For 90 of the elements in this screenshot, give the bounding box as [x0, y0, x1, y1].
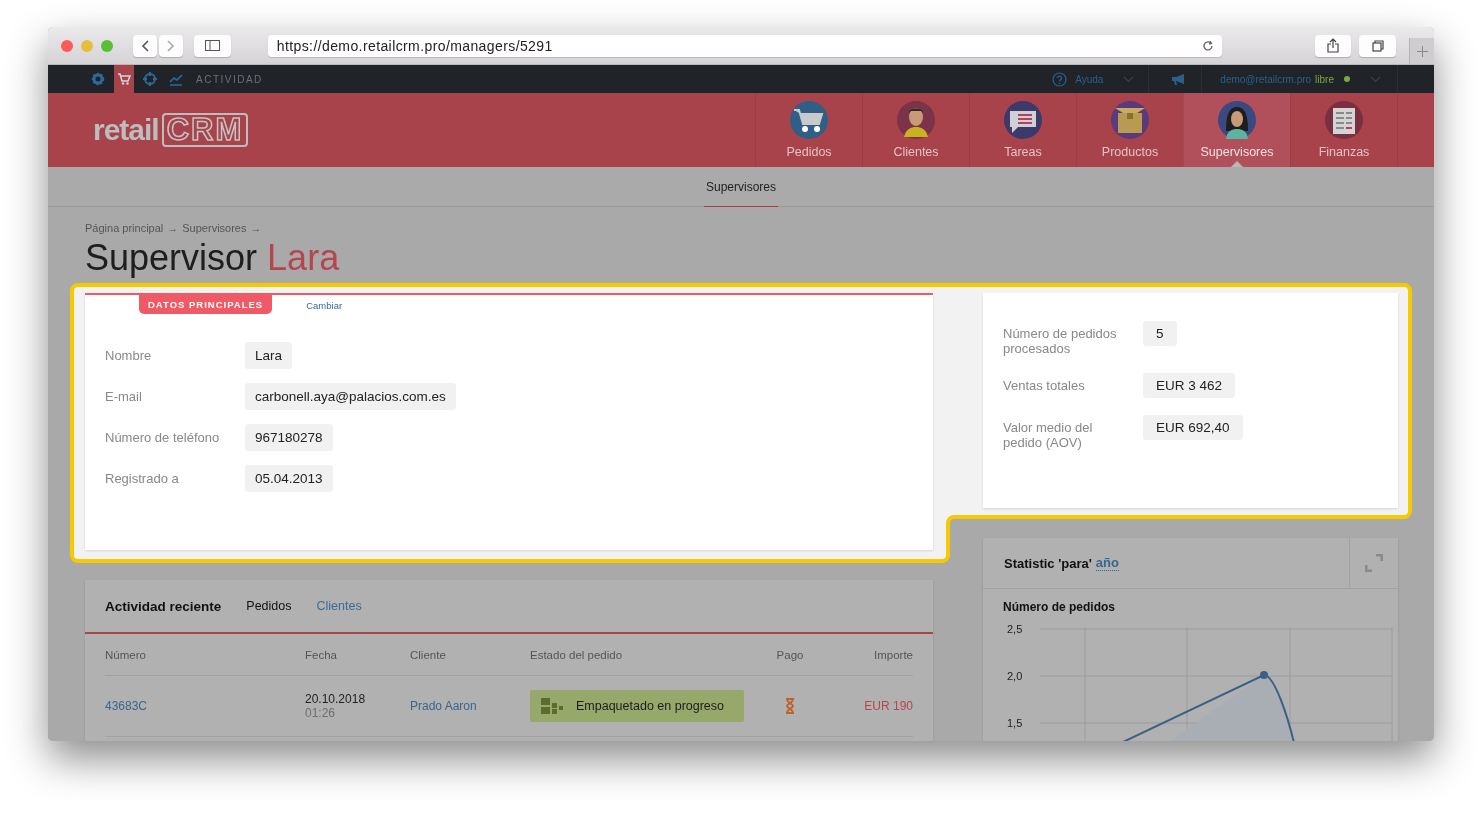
breadcrumb-separator: →: [167, 222, 179, 236]
plan-label: libre: [1315, 73, 1334, 85]
nav-tab[interactable]: Finanzas: [1290, 93, 1397, 167]
profile-tab[interactable]: Cambiar: [306, 295, 343, 311]
breadcrumb-separator: →: [250, 222, 262, 236]
stat-value: 5: [1143, 321, 1177, 346]
order-status-badge: Empaquetado en progreso: [530, 690, 745, 722]
sidebar-icon: [204, 40, 220, 51]
share-icon: [1327, 38, 1339, 53]
order-number-link[interactable]: 43683C: [105, 699, 148, 713]
activity-tab[interactable]: Clientes: [316, 599, 362, 613]
help-link[interactable]: Ayuda: [1075, 73, 1104, 85]
share-button[interactable]: [1314, 34, 1352, 57]
field-label: Nombre: [105, 348, 152, 363]
reload-icon: [1201, 39, 1214, 52]
breadcrumb-link[interactable]: Supervisores: [182, 222, 247, 236]
back-icon: [141, 39, 149, 52]
axis-tick: 1,5: [1007, 717, 1023, 729]
boxes-icon: [540, 697, 564, 715]
zoom-window-button[interactable]: [101, 39, 113, 52]
cart-tab[interactable]: [114, 65, 134, 93]
column-header: Fecha: [305, 648, 337, 661]
new-tab-button[interactable]: [1409, 38, 1434, 64]
chevron-down-icon: [1123, 75, 1135, 83]
chat-icon: [1004, 101, 1042, 139]
tabs-icon: [1371, 39, 1384, 52]
profile-tab[interactable]: DATOS PRINCIPALES: [139, 295, 273, 314]
column-header: Importe: [874, 648, 913, 661]
field-value: Lara: [245, 342, 293, 369]
person-icon: [1218, 101, 1256, 139]
field-label: Registrado a: [105, 471, 179, 486]
box-icon: [1111, 101, 1149, 139]
crosshair-icon: [143, 72, 157, 86]
address-bar[interactable]: https://demo.retailcrm.pro/managers/5291: [267, 34, 1222, 57]
stat-label: Valor medio del pedido (AOV): [1003, 419, 1094, 450]
period-link[interactable]: año: [1095, 555, 1119, 571]
field-value: 967180278: [245, 424, 333, 451]
chart-icon: [169, 72, 183, 86]
stat-label: Número de pedidos procesados: [1003, 325, 1118, 356]
user-email[interactable]: demo@retailcrm.pro: [1220, 73, 1312, 85]
section-label[interactable]: ACTIVIDAD: [196, 73, 263, 85]
logo-text: retail: [93, 113, 159, 147]
sidebar-button[interactable]: [194, 34, 231, 57]
nav-tab[interactable]: Pedidos: [755, 93, 862, 167]
plus-icon: [1416, 45, 1428, 57]
field-value: 05.04.2013: [245, 465, 333, 492]
order-time: 01:26: [305, 706, 337, 720]
stat-value: EUR 692,40: [1143, 415, 1243, 440]
chart-title: Número de pedidos: [1002, 599, 1116, 614]
axis-tick: 2,5: [1007, 623, 1023, 635]
url-text: https://demo.retailcrm.pro/managers/5291: [276, 37, 553, 54]
nav-tab[interactable]: Clientes: [862, 93, 969, 167]
client-link[interactable]: Prado Aaron: [410, 699, 477, 713]
back-button[interactable]: [133, 34, 157, 57]
status-dot-icon: [1344, 76, 1350, 82]
supervisor-name: Lara: [267, 237, 340, 278]
field-label: E-mail: [105, 389, 142, 404]
column-header: Pago: [776, 648, 804, 661]
stat-value: EUR 3 462: [1143, 373, 1236, 398]
settings-icon: [91, 72, 105, 86]
activity-tab[interactable]: Pedidos: [246, 599, 292, 613]
column-header: Estado del pedido: [530, 648, 623, 661]
card-title: Actividad reciente: [105, 598, 222, 614]
expand-icon: [1365, 554, 1383, 572]
data-point: [1260, 671, 1268, 679]
cart-icon: [117, 72, 131, 86]
cart-icon: [790, 101, 828, 139]
breadcrumb-link[interactable]: Página principal: [85, 222, 164, 236]
field-label: Número de teléfono: [105, 430, 220, 445]
chevron-down-icon: [1370, 75, 1381, 83]
card-title: Statistic 'para': [1004, 555, 1092, 571]
column-header: Número: [105, 648, 146, 661]
field-value: carbonell.aya@palacios.com.es: [245, 383, 456, 410]
logo-text: CRM: [161, 113, 249, 147]
nav-tab[interactable]: Tareas: [969, 93, 1076, 167]
forward-button[interactable]: [159, 34, 183, 57]
help-icon: [1052, 71, 1068, 87]
tabs-button[interactable]: [1359, 34, 1397, 57]
axis-tick: 2,0: [1007, 670, 1023, 682]
column-header: Cliente: [410, 648, 446, 661]
page-title: Supervisor: [85, 237, 258, 278]
close-window-button[interactable]: [61, 39, 73, 52]
order-amount: EUR 190: [864, 699, 913, 713]
stat-label: Ventas totales: [1003, 377, 1086, 393]
forward-icon: [167, 39, 175, 52]
order-date: 20.10.2018: [305, 692, 366, 706]
hourglass-icon: [784, 698, 796, 714]
ledger-icon: [1325, 101, 1363, 139]
person-icon: [897, 101, 935, 139]
nav-tab[interactable]: Supervisores: [1183, 93, 1290, 167]
